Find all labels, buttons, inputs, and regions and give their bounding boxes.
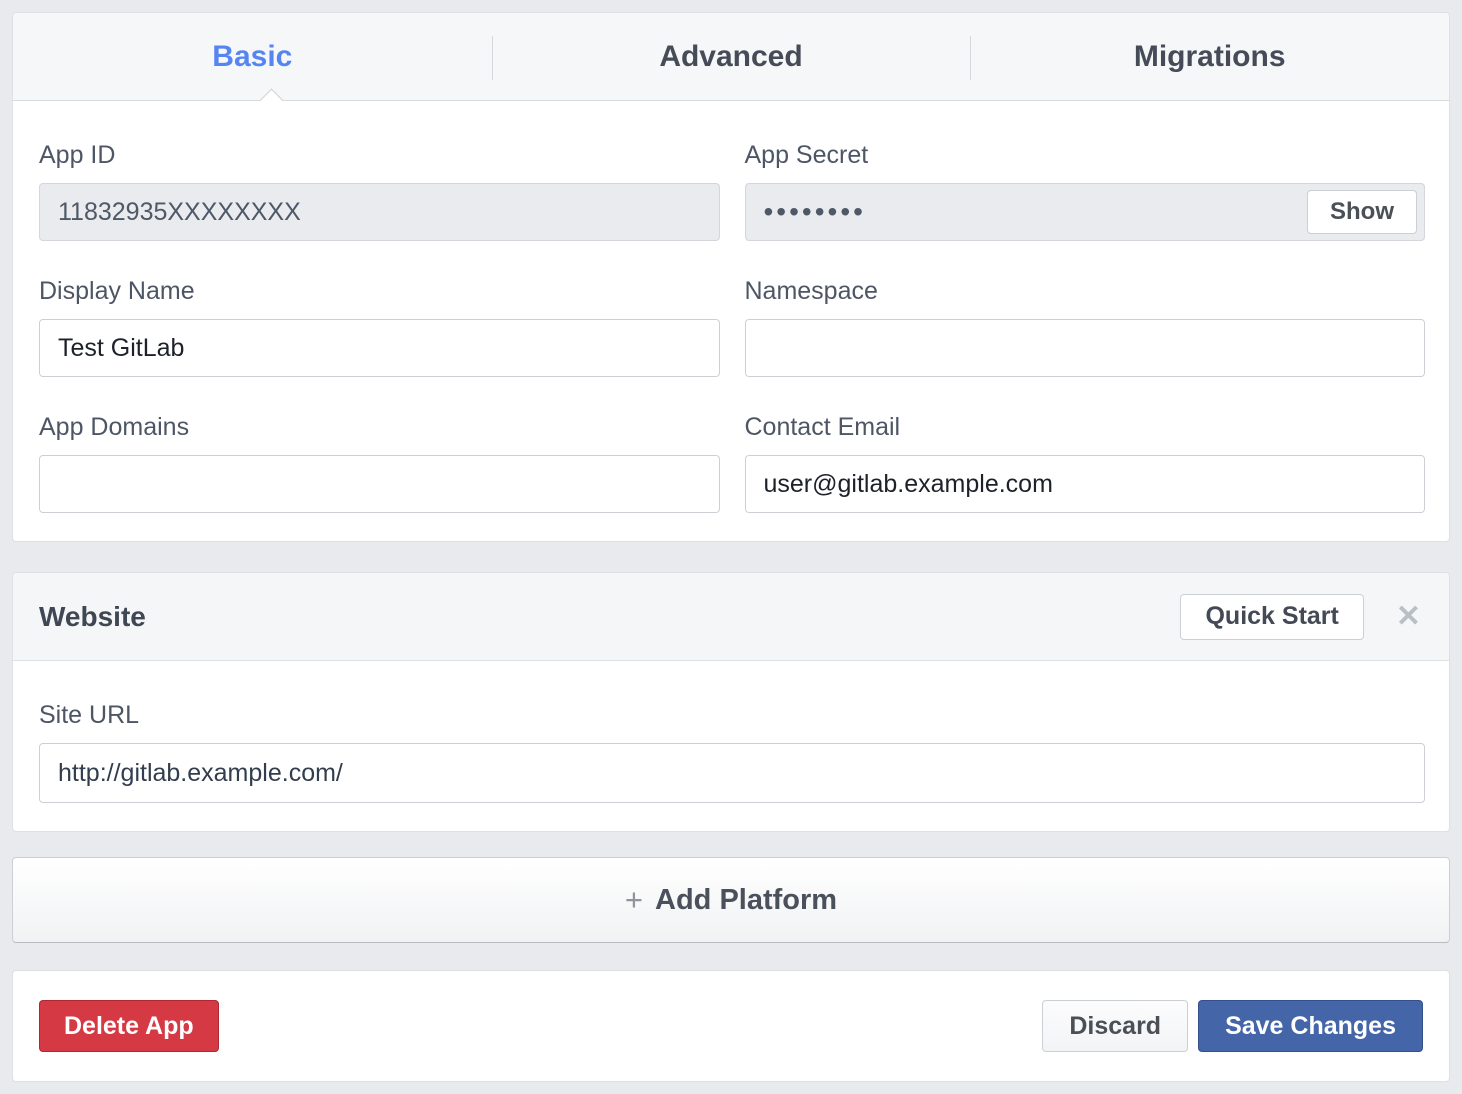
display-name-input[interactable] xyxy=(39,319,720,377)
basic-settings-form: App ID App Secret Show Display Name Name… xyxy=(13,101,1449,541)
website-section-header: Website Quick Start ✕ xyxy=(13,573,1449,661)
contact-email-field-group: Contact Email xyxy=(745,413,1426,513)
save-changes-button[interactable]: Save Changes xyxy=(1198,1000,1423,1052)
app-id-input xyxy=(39,183,720,241)
settings-tabbar: Basic Advanced Migrations xyxy=(13,13,1449,101)
remove-platform-icon[interactable]: ✕ xyxy=(1396,602,1421,632)
display-name-field-group: Display Name xyxy=(39,277,720,377)
plus-icon: + xyxy=(625,882,643,918)
contact-email-label: Contact Email xyxy=(745,413,1426,442)
tab-basic-label: Basic xyxy=(212,40,292,74)
tab-migrations[interactable]: Migrations xyxy=(970,13,1449,100)
tab-basic[interactable]: Basic xyxy=(13,13,492,100)
tab-advanced-label: Advanced xyxy=(659,40,802,74)
app-domains-label: App Domains xyxy=(39,413,720,442)
website-platform-card: Website Quick Start ✕ Site URL xyxy=(12,572,1450,832)
delete-app-button[interactable]: Delete App xyxy=(39,1000,219,1052)
app-secret-label: App Secret xyxy=(745,141,1426,170)
add-platform-button[interactable]: + Add Platform xyxy=(12,857,1450,943)
quick-start-button[interactable]: Quick Start xyxy=(1180,594,1363,640)
app-domains-field-group: App Domains xyxy=(39,413,720,513)
tab-advanced[interactable]: Advanced xyxy=(492,13,971,100)
site-url-input[interactable] xyxy=(39,743,1425,803)
app-domains-input[interactable] xyxy=(39,455,720,513)
namespace-field-group: Namespace xyxy=(745,277,1426,377)
app-secret-field-group: App Secret Show xyxy=(745,141,1426,241)
app-id-label: App ID xyxy=(39,141,720,170)
app-id-field-group: App ID xyxy=(39,141,720,241)
website-section-title: Website xyxy=(39,601,1180,633)
website-section-body: Site URL xyxy=(13,661,1449,831)
namespace-label: Namespace xyxy=(745,277,1426,306)
site-url-label: Site URL xyxy=(39,701,1425,730)
namespace-input[interactable] xyxy=(745,319,1426,377)
app-settings-page: Basic Advanced Migrations App ID App Sec… xyxy=(12,12,1450,1082)
add-platform-label: Add Platform xyxy=(655,884,837,917)
site-url-field-group: Site URL xyxy=(39,701,1425,803)
basic-settings-card: Basic Advanced Migrations App ID App Sec… xyxy=(12,12,1450,542)
app-secret-wrap: Show xyxy=(745,183,1426,241)
tab-migrations-label: Migrations xyxy=(1134,40,1286,74)
show-secret-button[interactable]: Show xyxy=(1307,190,1417,234)
discard-button[interactable]: Discard xyxy=(1042,1000,1188,1052)
contact-email-input[interactable] xyxy=(745,455,1426,513)
action-bar: Delete App Discard Save Changes xyxy=(12,970,1450,1082)
display-name-label: Display Name xyxy=(39,277,720,306)
